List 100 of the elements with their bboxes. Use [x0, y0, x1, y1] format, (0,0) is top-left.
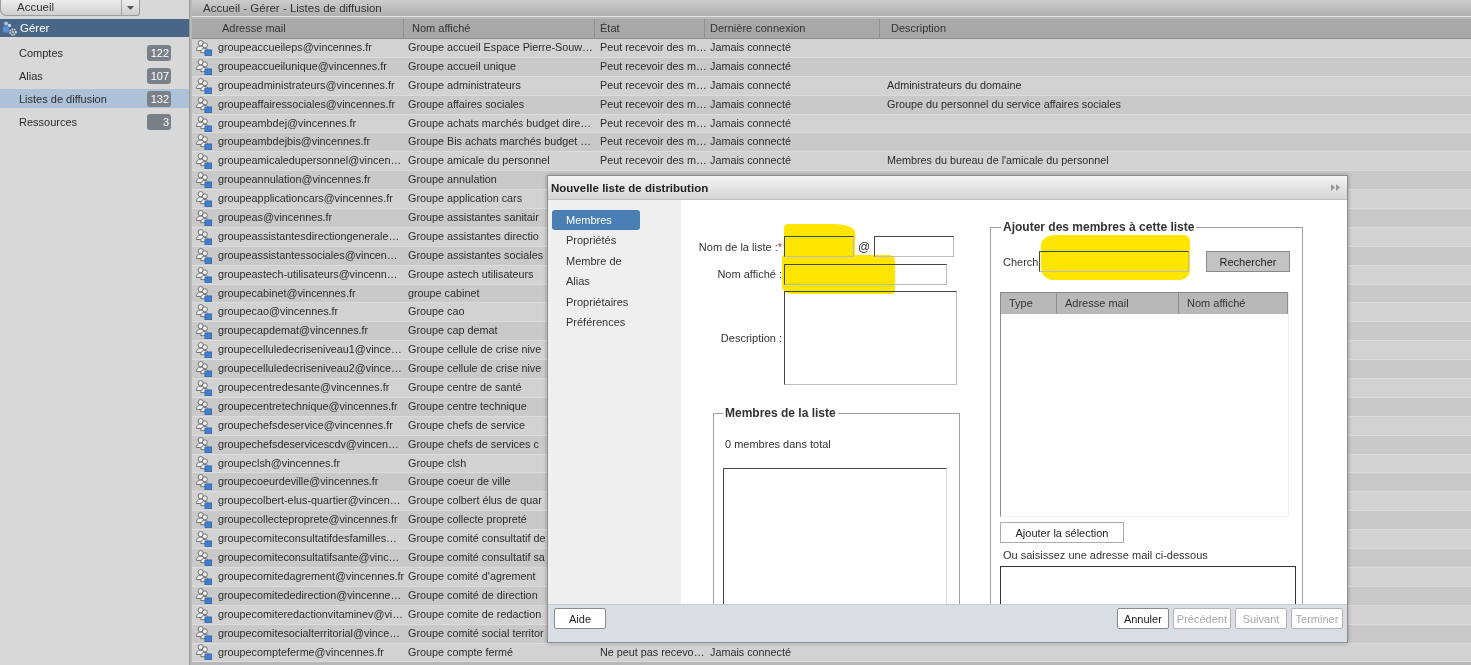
- display-name-input[interactable]: [784, 263, 947, 285]
- description-field[interactable]: [784, 291, 957, 385]
- search-button[interactable]: Rechercher: [1206, 251, 1290, 272]
- group-icon: [196, 625, 212, 642]
- table-cell-text: Groupe Bis achats marchés budget …: [407, 134, 592, 150]
- table-row[interactable]: groupeamicaledupersonnel@vincen… Groupe amicale du personnel Peut recevoir des m… Jamais connecté Membres du bureau de l'amicale du personnel: [192, 152, 1471, 172]
- table-row[interactable]: groupeaccueileps@vincennes.fr Groupe accueil Espace Pierre-Souw… Peut recevoir des m… Jamais connecté: [192, 39, 1471, 58]
- table-cell-text: groupeapplicationcars@vincennes.fr: [217, 191, 393, 207]
- table-cell-text: Groupe du personnel du service affaires sociales: [886, 96, 1121, 112]
- group-icon: [196, 323, 212, 340]
- table-cell-text: Jamais connecté: [709, 58, 792, 74]
- column-header[interactable]: Adresse mail: [1057, 293, 1179, 314]
- nav-item[interactable]: Alias: [552, 271, 640, 292]
- table-cell-text: groupeamicaledupersonnel@vincen…: [217, 153, 402, 169]
- column-header[interactable]: Description: [880, 19, 1471, 38]
- table-cell-text: Jamais connecté: [709, 77, 792, 93]
- wizard-button[interactable]: Annuler: [1116, 608, 1169, 629]
- field-label: Description :: [719, 332, 783, 344]
- table-cell-text: Groupe cao: [407, 304, 465, 320]
- search-input[interactable]: [1039, 251, 1189, 272]
- group-icon: [196, 550, 212, 566]
- nav-item[interactable]: Préférences: [552, 311, 640, 333]
- column-header[interactable]: État: [595, 19, 705, 38]
- table-cell-text: Groupe comite de redaction: [407, 606, 542, 622]
- help-button[interactable]: Aide: [554, 608, 606, 629]
- table-cell-text: groupecelluledecriseniveau2@vince…: [217, 361, 402, 377]
- table-row[interactable]: groupeambdejbis@vincennes.fr Groupe Bis achats marchés budget … Peut recevoir des m… Jamais connecté: [192, 133, 1471, 153]
- table-cell-text: Groupe collecte propreté: [407, 512, 527, 528]
- table-cell-text: groupecao@vincennes.fr: [217, 304, 339, 320]
- column-header[interactable]: Type: [1001, 293, 1057, 314]
- table-cell-text: groupechefsdeservicescdv@vincen…: [217, 436, 399, 452]
- table-cell-text: groupecolbert-elus-quartier@vincen…: [217, 493, 401, 509]
- dialog-title: Nouvelle liste de distribution: [551, 181, 709, 194]
- group-icon: [196, 266, 212, 283]
- table-cell-text: Peut recevoir des m…: [599, 96, 707, 112]
- table-cell-text: groupeclsh@vincennes.fr: [217, 455, 340, 471]
- list-name-input[interactable]: [784, 236, 854, 257]
- section-header[interactable]: Gérer: [0, 19, 189, 37]
- group-icon: [196, 568, 212, 585]
- table-cell-text: groupecapdemat@vincennes.fr: [217, 323, 369, 339]
- nav-item[interactable]: Propriétaires: [552, 291, 640, 312]
- table-cell-text: Jamais connecté: [709, 153, 792, 169]
- email-entry-field[interactable]: [1000, 566, 1296, 604]
- table-cell-text: Groupe coeur de ville: [407, 474, 511, 490]
- home-dropdown[interactable]: Accueil: [0, 0, 140, 16]
- group-icon: [196, 191, 212, 208]
- group-icon: [196, 304, 212, 321]
- column-header[interactable]: Nom affiché: [1179, 293, 1288, 314]
- group-icon: [196, 380, 212, 396]
- table-cell-text: groupecomiteconsultatifdesfamilles…: [217, 531, 397, 547]
- sidebar-item[interactable]: Listes de diffusion 132: [0, 89, 189, 108]
- table-cell-text: groupecomitedagrement@vincennes.fr: [217, 568, 405, 584]
- sidebar-item[interactable]: Comptes 122: [0, 43, 189, 62]
- group-icon: [196, 77, 212, 94]
- search-label: Cherch: [1003, 255, 1039, 268]
- domain-input[interactable]: [874, 236, 955, 257]
- count-badge: 3: [147, 113, 171, 130]
- hint-text: Ou saisissez une adresse mail ci-dessous: [1003, 549, 1209, 561]
- field-label: Nom de la liste :*: [697, 240, 783, 253]
- table-cell-text: groupecentredesante@vincennes.fr: [217, 380, 390, 396]
- group-icon: [196, 58, 212, 75]
- group-legend: Membres de la liste: [723, 406, 838, 420]
- table-cell-text: groupecollecteproprete@vincennes.fr: [217, 512, 398, 528]
- table-cell-text: Membres du bureau de l'amicale du personnel: [886, 153, 1109, 169]
- group-icon: [196, 417, 212, 434]
- group-icon: [196, 361, 212, 378]
- caret-icon: [127, 5, 134, 10]
- breadcrumb: Accueil - Gérer - Listes de diffusion: [192, 0, 1471, 17]
- table-cell-text: groupeaccueileps@vincennes.fr: [217, 40, 372, 55]
- table-cell-text: Groupe accueil unique: [407, 58, 517, 74]
- group-icon: [196, 39, 212, 56]
- nav-item[interactable]: Membre de: [552, 250, 640, 272]
- column-header[interactable]: Adresse mail: [192, 19, 404, 38]
- field-label: Nom affiché :: [716, 268, 783, 280]
- nav-item[interactable]: Propriétés: [552, 230, 640, 251]
- table-cell-text: Groupe chefs de services c: [407, 436, 539, 452]
- group-icon: [196, 247, 212, 264]
- column-header[interactable]: Nom affiché: [404, 19, 595, 38]
- table-cell-text: Groupe comité d'agrement: [407, 568, 536, 584]
- table-cell-text: groupecabinet@vincennes.fr: [217, 285, 356, 301]
- sidebar-item[interactable]: Alias 107: [0, 66, 189, 85]
- table-cell-text: groupecomitesocialterritorial@vince…: [217, 625, 400, 641]
- table-cell-text: groupeaffairessociales@vincennes.fr: [217, 96, 395, 112]
- table-cell-text: groupecomiteredactionvitaminev@vi…: [217, 606, 403, 622]
- table-cell-text: Groupe chefs de service: [407, 417, 526, 433]
- group-icon: [196, 606, 212, 623]
- table-cell-text: Groupe colbert élus de quar: [407, 493, 542, 509]
- table-cell-text: groupeambdej@vincennes.fr: [217, 115, 357, 131]
- table-cell-text: Ne peut pas recevo…: [599, 644, 705, 660]
- sidebar-item[interactable]: Ressources 3: [0, 112, 189, 131]
- table-cell-text: groupeastech-utilisateurs@vincenn…: [217, 266, 398, 282]
- group-icon: [196, 172, 212, 189]
- table-cell-text: Jamais connecté: [709, 96, 792, 112]
- table-cell-text: groupecompteferme@vincennes.fr: [217, 644, 384, 660]
- column-header[interactable]: Dernière connexion: [705, 19, 880, 38]
- table-cell-text: Groupe administrateurs: [407, 77, 521, 93]
- add-selection-button[interactable]: Ajouter la sélection: [1000, 522, 1124, 543]
- group-icon: [196, 644, 212, 661]
- nav-item[interactable]: Membres: [552, 210, 640, 231]
- table-cell-text: Jamais connecté: [709, 40, 792, 55]
